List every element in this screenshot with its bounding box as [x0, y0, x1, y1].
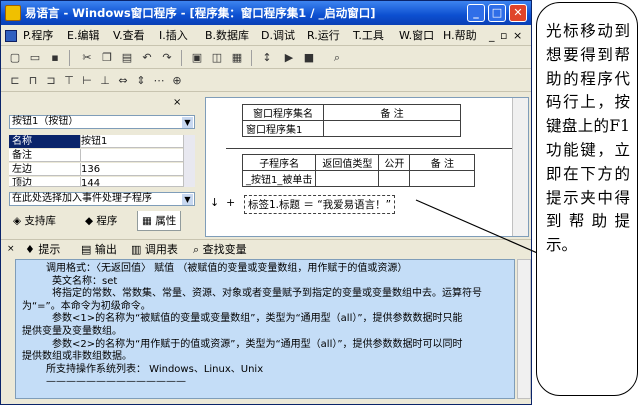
- callout-text: 光标移动到想要得到帮助的程序代码行上，按键盘上的F1功能键，立即在下方的提示夹中…: [546, 22, 630, 255]
